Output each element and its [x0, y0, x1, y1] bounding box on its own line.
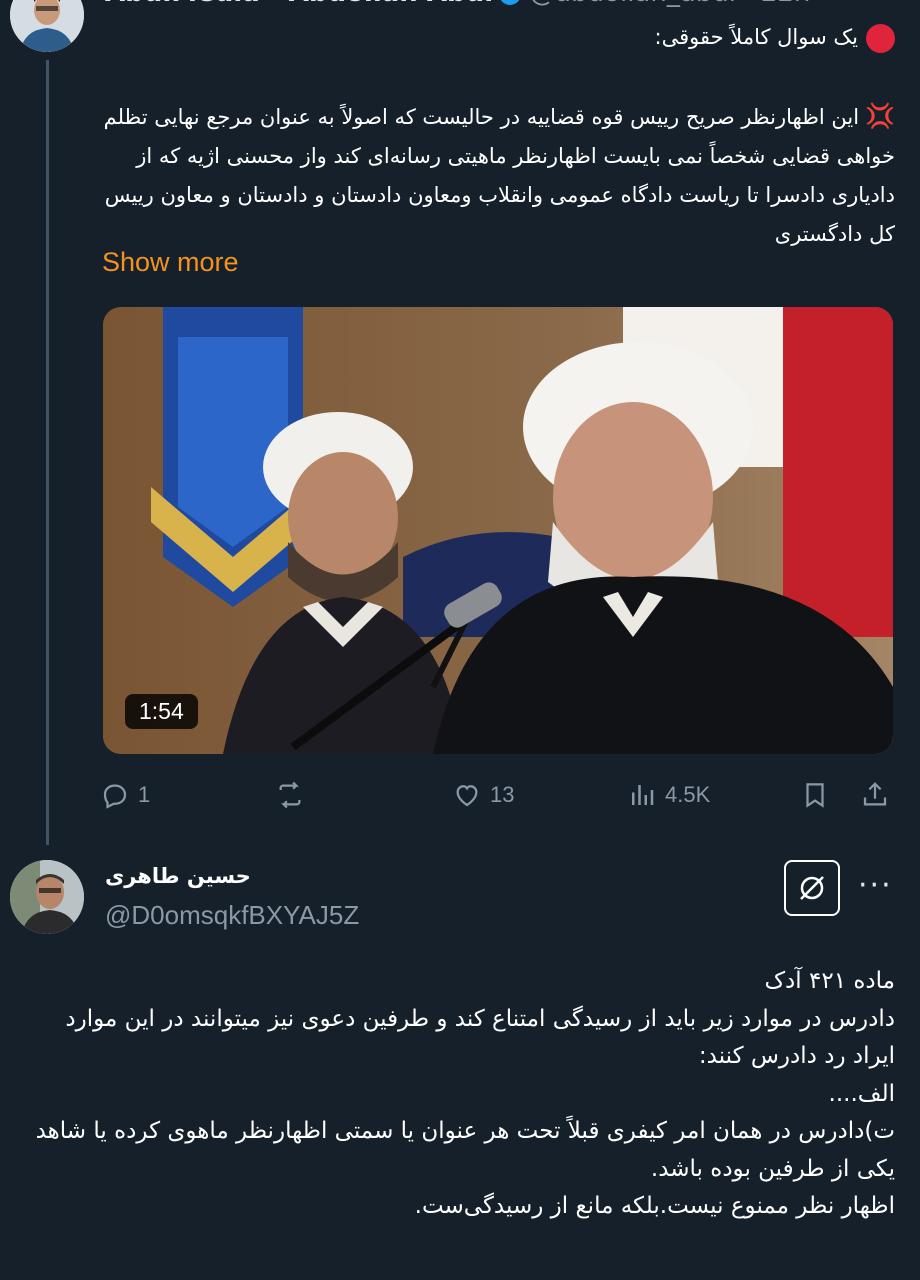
avatar[interactable] — [10, 0, 84, 52]
red-circle-icon — [866, 23, 895, 53]
grok-icon — [800, 876, 824, 900]
anger-icon: 💢 — [865, 102, 895, 130]
like-icon — [456, 785, 478, 807]
bookmark-button[interactable] — [800, 780, 830, 810]
more-icon[interactable]: ··· — [858, 868, 893, 903]
video-thumbnail — [103, 307, 893, 754]
reply-text: ماده ۴۲۱ آدک دادرس در موارد زیر باید از … — [22, 963, 895, 1226]
tweet-line: یک سوال کاملاً حقوقی: — [654, 25, 858, 49]
tweet-actions: 1 13 4.5K — [100, 780, 895, 816]
reply-author-handle[interactable]: @D0omsqkfBXYAJ5Z — [105, 900, 359, 931]
reply-line: دادرس در موارد زیر باید از رسیدگی امتناع… — [65, 1005, 895, 1070]
views-count: 4.5K — [665, 782, 711, 807]
reply-icon — [103, 784, 127, 809]
share-button[interactable] — [860, 780, 890, 810]
like-count: 13 — [490, 782, 515, 807]
tweet-header: AbdiMedia - Abdollah Abdi @abdollah_abdi … — [105, 0, 825, 8]
tweet-line: این اظهارنظر صریح رییس قوه قضاییه در حال… — [103, 105, 895, 246]
bookmark-icon — [806, 783, 824, 808]
video-player[interactable]: 1:54 — [103, 307, 893, 754]
views-button[interactable]: 4.5K — [627, 780, 710, 810]
reply-button[interactable]: 1 — [100, 780, 150, 810]
like-button[interactable]: 13 — [452, 780, 514, 810]
reply-count: 1 — [138, 782, 151, 807]
reply-line: ت)دادرس در همان امر کیفری قبلاً تحت هر ع… — [35, 1118, 895, 1182]
retweet-button[interactable] — [275, 780, 313, 810]
author-handle[interactable]: @abdollah_abdi · 22h — [529, 0, 810, 8]
retweet-icon — [279, 781, 301, 809]
video-duration: 1:54 — [125, 694, 198, 729]
author-name[interactable]: AbdiMedia - Abdollah Abdi — [105, 0, 493, 8]
reply-author-name[interactable]: حسین طاهری — [105, 864, 251, 888]
show-more-link[interactable]: Show more — [102, 247, 239, 278]
reply-line: اظهار نظر ممنوع نیست.بلکه مانع از رسیدگی… — [414, 1193, 895, 1219]
thread-line — [46, 60, 49, 845]
reply-avatar[interactable] — [10, 860, 84, 934]
grok-button[interactable] — [784, 860, 840, 916]
views-icon — [632, 785, 654, 805]
reply-line: ماده ۴۲۱ آدک — [764, 968, 895, 994]
tweet-text: یک سوال کاملاً حقوقی: 💢این اظهارنظر صریح… — [100, 18, 895, 254]
share-icon — [863, 782, 887, 806]
reply-line: الف.... — [828, 1080, 895, 1107]
verified-icon — [499, 0, 522, 5]
